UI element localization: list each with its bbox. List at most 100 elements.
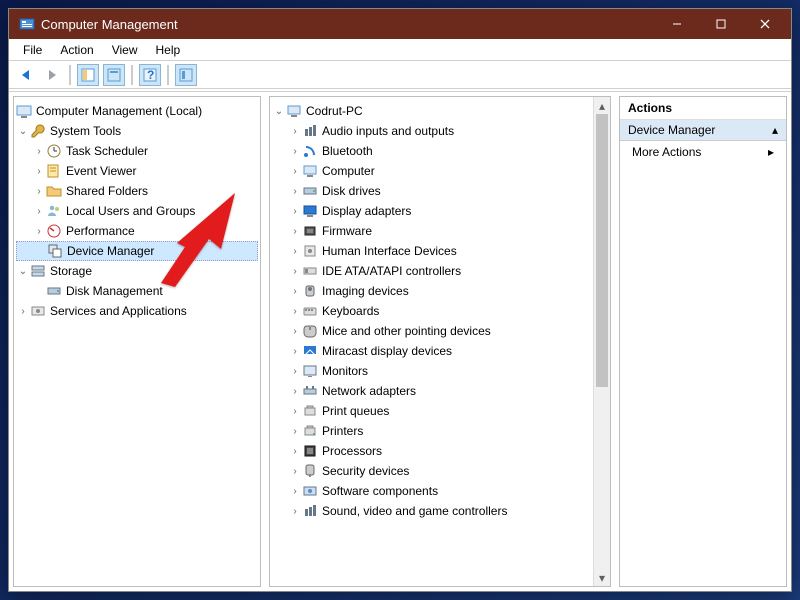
tree-services-apps[interactable]: › Services and Applications (16, 301, 258, 321)
expand-icon[interactable]: › (288, 186, 302, 197)
device-label: Display adapters (322, 204, 415, 218)
expand-icon[interactable]: › (288, 366, 302, 377)
device-category[interactable]: ›Printers (272, 421, 592, 441)
titlebar: Computer Management (9, 9, 791, 39)
tree-task-scheduler[interactable]: › Task Scheduler (16, 141, 258, 161)
forward-button[interactable] (41, 64, 63, 86)
actions-context-label: Device Manager (628, 123, 715, 137)
expand-icon[interactable]: › (32, 186, 46, 197)
expand-icon[interactable]: › (288, 126, 302, 137)
device-category[interactable]: ›Processors (272, 441, 592, 461)
device-category[interactable]: › Security devices (272, 461, 592, 481)
console-tree-pane: Computer Management (Local) ⌄ System Too… (13, 96, 261, 587)
expand-icon[interactable]: › (288, 266, 302, 277)
device-category[interactable]: ›Miracast display devices (272, 341, 592, 361)
tree-event-viewer[interactable]: › Event Viewer (16, 161, 258, 181)
collapse-icon[interactable]: ⌄ (272, 106, 286, 117)
tree-root[interactable]: Computer Management (Local) (16, 101, 258, 121)
expand-icon[interactable]: › (32, 166, 46, 177)
menu-file[interactable]: File (15, 41, 50, 59)
device-category[interactable]: › Display adapters (272, 201, 592, 221)
expand-icon[interactable]: › (288, 346, 302, 357)
tree-local-users[interactable]: › Local Users and Groups (16, 201, 258, 221)
device-category[interactable]: ›IDE ATA/ATAPI controllers (272, 261, 592, 281)
expand-icon[interactable]: › (288, 226, 302, 237)
device-category[interactable]: ›Audio inputs and outputs (272, 121, 592, 141)
device-root[interactable]: ⌄ Codrut-PC (272, 101, 592, 121)
services-icon (30, 303, 46, 319)
expand-icon[interactable]: › (288, 466, 302, 477)
scroll-down-icon[interactable]: ▾ (594, 569, 610, 586)
more-actions[interactable]: More Actions ▸ (620, 141, 786, 163)
device-label: Codrut-PC (306, 104, 367, 118)
vertical-scrollbar[interactable]: ▴ ▾ (593, 97, 610, 586)
device-category[interactable]: ›Bluetooth (272, 141, 592, 161)
expand-icon[interactable]: › (288, 206, 302, 217)
toolbar: ? (9, 61, 791, 89)
refresh-button[interactable] (175, 64, 197, 86)
pc-icon (286, 103, 302, 119)
actions-context[interactable]: Device Manager ▴ (620, 120, 786, 141)
expand-icon[interactable]: › (32, 206, 46, 217)
tree-system-tools[interactable]: ⌄ System Tools (16, 121, 258, 141)
minimize-button[interactable] (655, 9, 699, 39)
tree-shared-folders[interactable]: › Shared Folders (16, 181, 258, 201)
tree-disk-management[interactable]: Disk Management (16, 281, 258, 301)
device-category[interactable]: ›Keyboards (272, 301, 592, 321)
expand-icon[interactable]: › (288, 426, 302, 437)
expand-icon[interactable]: › (288, 326, 302, 337)
expand-icon[interactable]: › (288, 506, 302, 517)
expand-icon[interactable]: › (32, 226, 46, 237)
expand-icon[interactable]: › (16, 306, 30, 317)
device-icon (302, 343, 318, 359)
tree-storage[interactable]: ⌄ Storage (16, 261, 258, 281)
expand-icon[interactable]: › (288, 166, 302, 177)
device-category[interactable]: ›Human Interface Devices (272, 241, 592, 261)
show-hide-tree-button[interactable] (77, 64, 99, 86)
expand-icon[interactable]: › (288, 486, 302, 497)
scrollbar-thumb[interactable] (596, 114, 608, 387)
device-icon (302, 183, 318, 199)
scroll-up-icon[interactable]: ▴ (594, 97, 610, 114)
device-category[interactable]: ›Mice and other pointing devices (272, 321, 592, 341)
device-category[interactable]: ›Software components (272, 481, 592, 501)
close-button[interactable] (743, 9, 787, 39)
svg-text:?: ? (147, 68, 154, 82)
device-icon (302, 323, 318, 339)
collapse-icon[interactable]: ⌄ (16, 266, 30, 277)
event-icon (46, 163, 62, 179)
device-category[interactable]: ›Imaging devices (272, 281, 592, 301)
device-label: Monitors (322, 364, 372, 378)
device-category[interactable]: ›Network adapters (272, 381, 592, 401)
device-category[interactable]: › Disk drives (272, 181, 592, 201)
tree-label: Event Viewer (66, 164, 140, 178)
expand-icon[interactable]: › (288, 386, 302, 397)
expand-icon[interactable]: › (288, 146, 302, 157)
back-button[interactable] (15, 64, 37, 86)
expand-icon[interactable]: › (288, 246, 302, 257)
tree-device-manager[interactable]: Device Manager (16, 241, 258, 261)
properties-button[interactable] (103, 64, 125, 86)
device-category[interactable]: ›Firmware (272, 221, 592, 241)
toolbar-separator (167, 65, 169, 85)
device-category[interactable]: › Monitors (272, 361, 592, 381)
window: Computer Management File Action View Hel… (8, 8, 792, 592)
maximize-button[interactable] (699, 9, 743, 39)
help-button[interactable]: ? (139, 64, 161, 86)
expand-icon[interactable]: › (288, 286, 302, 297)
expand-icon[interactable]: › (32, 146, 46, 157)
device-label: Disk drives (322, 184, 385, 198)
tree-performance[interactable]: › Performance (16, 221, 258, 241)
menu-view[interactable]: View (104, 41, 146, 59)
menu-action[interactable]: Action (52, 41, 101, 59)
device-category[interactable]: ›Sound, video and game controllers (272, 501, 592, 521)
expand-icon[interactable]: › (288, 406, 302, 417)
expand-icon[interactable]: › (288, 446, 302, 457)
menu-help[interactable]: Help (148, 41, 189, 59)
collapse-icon[interactable]: ⌄ (16, 126, 30, 137)
device-icon (302, 243, 318, 259)
device-category[interactable]: ›Computer (272, 161, 592, 181)
device-category[interactable]: ›Print queues (272, 401, 592, 421)
device-label: Security devices (322, 464, 413, 478)
expand-icon[interactable]: › (288, 306, 302, 317)
